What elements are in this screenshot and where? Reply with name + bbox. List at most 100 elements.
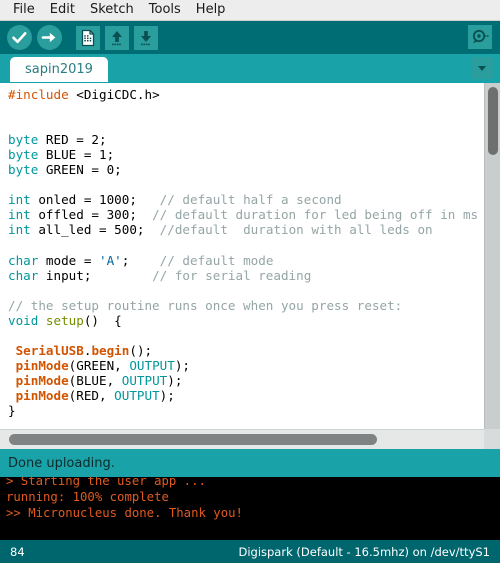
code-token: OUTPUT: [114, 387, 160, 403]
code-token: //default duration with all leds on: [159, 222, 433, 238]
menu-file[interactable]: File: [6, 0, 43, 20]
new-sketch-button[interactable]: [76, 25, 100, 50]
console-lines: > Starting the user app ... running: 100%…: [6, 477, 243, 521]
code-editor[interactable]: #include <DigiCDC.h> byte RED = 2; byte B…: [0, 83, 484, 429]
tab-menu-button[interactable]: [471, 57, 493, 79]
code-line: int offled = 300; // default duration fo…: [8, 207, 484, 222]
code-line: SerialUSB.begin();: [8, 343, 484, 358]
line-number-indicator: 84: [10, 544, 25, 559]
serial-monitor-button[interactable]: [468, 25, 492, 49]
code-token: setup: [45, 312, 84, 328]
new-document-icon: [78, 28, 98, 48]
code-line: }: [8, 403, 484, 418]
code-token: pinMode: [15, 387, 69, 403]
code-token: input;: [45, 267, 153, 283]
code-token: ;: [121, 252, 160, 268]
code-token: );: [159, 387, 175, 403]
scrollbar-corner: [484, 429, 500, 449]
console-line: running: 100% complete: [6, 490, 169, 504]
code-token: onled = 1000;: [38, 192, 160, 208]
code-token: }: [8, 402, 16, 418]
upload-button[interactable]: [37, 25, 62, 50]
code-line: byte GREEN = 0;: [8, 162, 484, 177]
status-message-bar: Done uploading.: [0, 449, 500, 477]
vertical-scrollbar-thumb[interactable]: [488, 87, 498, 155]
code-token: int: [8, 192, 39, 208]
code-line: void setup() {: [8, 313, 484, 328]
tab-bar: sapin2019: [0, 54, 500, 82]
code-token: ();: [129, 342, 153, 358]
menu-edit[interactable]: Edit: [43, 0, 83, 20]
code-token: (RED,: [68, 387, 115, 403]
tab-sapin2019[interactable]: sapin2019: [10, 57, 108, 82]
open-sketch-button[interactable]: [105, 25, 129, 50]
code-line: byte RED = 2;: [8, 132, 484, 147]
code-token: );: [167, 372, 183, 388]
code-token: <DigiCDC.h>: [76, 87, 160, 102]
chevron-down-icon: [475, 61, 489, 75]
menu-sketch[interactable]: Sketch: [83, 0, 142, 20]
arrow-up-open-icon: [107, 28, 127, 48]
arduino-ide-window: File Edit Sketch Tools Help sapin2019 #i…: [0, 0, 500, 563]
code-token: SerialUSB: [15, 342, 84, 358]
arrow-down-save-icon: [136, 28, 156, 48]
code-token: // default duration for led being off in…: [152, 207, 479, 223]
code-token: // the setup routine runs once when you …: [8, 297, 403, 313]
code-token: all_led = 500;: [38, 222, 160, 238]
code-line: // the setup routine runs once when you …: [8, 298, 484, 313]
code-line: #include <DigiCDC.h>: [8, 87, 484, 102]
code-token: (BLUE,: [68, 372, 122, 388]
status-message-text: Done uploading.: [8, 455, 115, 471]
code-token: pinMode: [15, 372, 69, 388]
code-line: byte BLUE = 1;: [8, 147, 484, 162]
code-token: (GREEN,: [68, 357, 130, 373]
code-token: byte: [8, 162, 46, 178]
editor-vertical-scrollbar[interactable]: [484, 83, 500, 429]
menu-help[interactable]: Help: [189, 0, 234, 20]
code-token: // default mode: [159, 252, 274, 268]
board-port-indicator: Digispark (Default - 16.5mhz) on /dev/tt…: [238, 544, 490, 559]
code-token: byte: [8, 132, 46, 148]
code-line: char mode = 'A'; // default mode: [8, 253, 484, 268]
menu-tools[interactable]: Tools: [142, 0, 189, 20]
console-line: >> Micronucleus done. Thank you!: [6, 506, 243, 520]
tab-label: sapin2019: [25, 62, 93, 77]
code-token: RED = 2;: [45, 132, 107, 148]
editor-area: #include <DigiCDC.h> byte RED = 2; byte B…: [0, 82, 500, 449]
code-token: // default half a second: [159, 192, 342, 208]
verify-button[interactable]: [7, 25, 32, 50]
code-token: int: [8, 222, 39, 238]
code-line: char input; // for serial reading: [8, 268, 484, 283]
code-token: #include: [8, 87, 77, 102]
code-token: // for serial reading: [152, 267, 312, 283]
code-token: pinMode: [15, 357, 69, 373]
code-line: pinMode(BLUE, OUTPUT);: [8, 373, 484, 388]
code-token: char: [8, 252, 46, 268]
code-line: pinMode(GREEN, OUTPUT);: [8, 358, 484, 373]
code-line: pinMode(RED, OUTPUT);: [8, 388, 484, 403]
toolbar: [0, 21, 500, 54]
code-token: () {: [83, 312, 122, 328]
code-token: GREEN = 0;: [45, 162, 122, 178]
code-token: );: [174, 357, 191, 373]
code-token: mode =: [45, 252, 99, 268]
code-token: 'A': [99, 252, 122, 268]
horizontal-scrollbar-thumb[interactable]: [9, 434, 377, 445]
code-token: offled = 300;: [38, 207, 153, 223]
save-sketch-button[interactable]: [134, 25, 158, 50]
bottom-status-bar: 84 Digispark (Default - 16.5mhz) on /dev…: [0, 540, 500, 563]
arrow-right-circle-icon: [37, 25, 62, 50]
console-output[interactable]: > Starting the user app ... running: 100%…: [0, 477, 500, 540]
code-token: OUTPUT: [129, 357, 175, 373]
console-line: > Starting the user app ...: [6, 477, 206, 488]
editor-horizontal-scrollbar[interactable]: [0, 429, 484, 449]
code-token: begin: [91, 342, 130, 358]
